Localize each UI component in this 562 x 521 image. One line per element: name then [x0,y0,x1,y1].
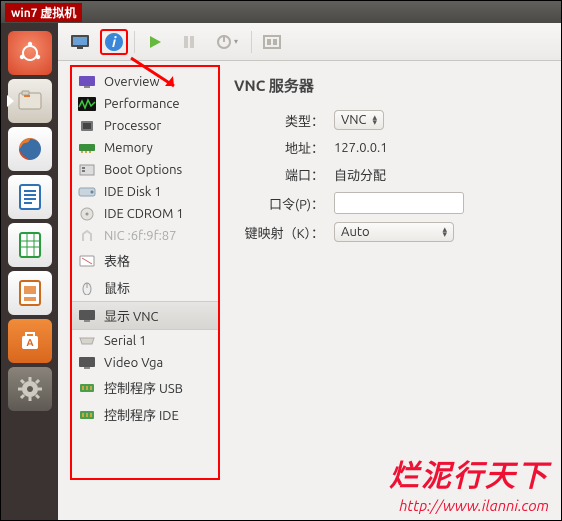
launcher-software[interactable]: A [8,319,52,363]
vm-details-window: i ▾ Overview Performance Processor Memor… [58,23,561,520]
sidebar-item-nic[interactable]: NIC :6f:9f:87 [72,225,218,247]
sidebar-label: NIC :6f:9f:87 [104,229,176,243]
sidebar-item-mouse[interactable]: 鼠标 [72,274,218,301]
console-button[interactable] [66,29,94,55]
sidebar-item-boot[interactable]: Boot Options [72,159,218,181]
titlebar: win7 虚拟机 [1,1,561,23]
port-value: 自动分配 [334,165,551,184]
sidebar-item-memory[interactable]: Memory [72,137,218,159]
sidebar-label: Performance [104,97,180,111]
password-input[interactable] [334,192,464,214]
keymap-combo[interactable]: Auto▴▾ [334,222,454,242]
sidebar-label: Serial 1 [104,334,146,348]
sidebar-label: Memory [104,141,153,155]
fullscreen-button[interactable] [258,29,286,55]
sidebar-label: IDE CDROM 1 [104,207,184,221]
sidebar-label: 表格 [104,251,130,270]
unity-launcher: A [1,23,58,520]
launcher-files[interactable] [8,79,52,123]
sidebar-label: Processor [104,119,161,133]
info-button[interactable]: i [100,29,128,55]
launcher-settings[interactable] [8,367,52,411]
sidebar-item-serial[interactable]: Serial 1 [72,330,218,352]
type-combo[interactable]: VNC▴▾ [334,110,384,130]
sidebar-label: Boot Options [104,163,182,177]
hardware-sidebar: Overview Performance Processor Memory Bo… [70,65,220,480]
sidebar-label: 显示 VNC [104,306,158,325]
launcher-firefox[interactable] [8,127,52,171]
type-label: 类型： [234,111,334,130]
sidebar-label: 控制程序 USB [104,378,183,397]
launcher-writer[interactable] [8,175,52,219]
pause-button[interactable] [175,29,203,55]
sidebar-item-controller-usb[interactable]: 控制程序 USB [72,374,218,401]
run-button[interactable] [141,29,169,55]
watermark-text: 烂泥行天下 [389,451,549,495]
launcher-calc[interactable] [8,223,52,267]
sidebar-item-tablet[interactable]: 表格 [72,247,218,274]
launcher-dash[interactable] [8,31,52,75]
sidebar-label: 鼠标 [104,278,130,297]
annotation-arrow [129,56,189,96]
sidebar-label: 控制程序 IDE [104,405,179,424]
sidebar-item-display[interactable]: 显示 VNC [72,301,218,330]
sidebar-label: IDE Disk 1 [104,185,162,199]
watermark-url: http://www.ilanni.com [399,497,549,514]
svg-text:A: A [26,337,33,348]
sidebar-item-disk[interactable]: IDE Disk 1 [72,181,218,203]
keymap-label: 键映射（K）： [234,223,334,242]
sidebar-item-controller-ide[interactable]: 控制程序 IDE [72,401,218,428]
sidebar-item-cdrom[interactable]: IDE CDROM 1 [72,203,218,225]
password-label: 口令(P)： [234,194,334,213]
address-label: 地址： [234,138,334,157]
shutdown-button[interactable]: ▾ [209,29,245,55]
sidebar-item-processor[interactable]: Processor [72,115,218,137]
sidebar-label: Video Vga [104,356,163,370]
sidebar-item-performance[interactable]: Performance [72,93,218,115]
address-value: 127.0.0.1 [334,141,551,155]
port-label: 端口： [234,165,334,184]
sidebar-item-video[interactable]: Video Vga [72,352,218,374]
launcher-impress[interactable] [8,271,52,315]
window-title: win7 虚拟机 [5,3,82,22]
section-title: VNC 服务器 [234,75,551,96]
